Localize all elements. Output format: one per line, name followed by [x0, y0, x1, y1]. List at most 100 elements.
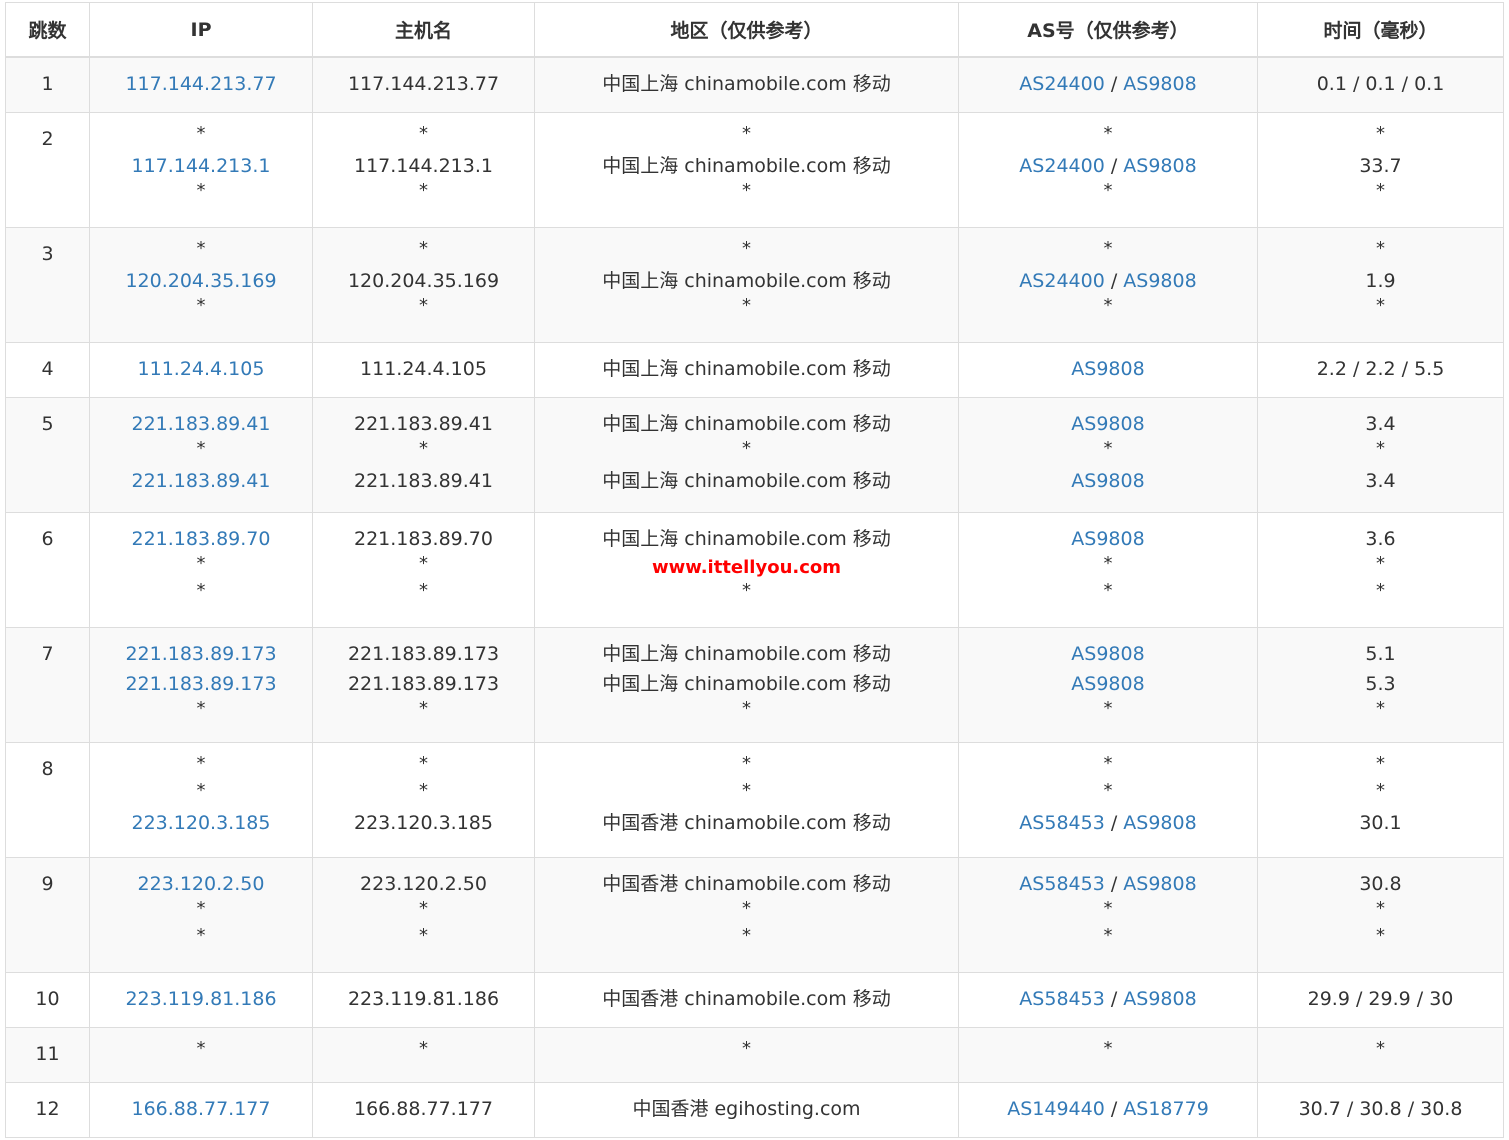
as-link[interactable]: AS24400: [1019, 270, 1105, 292]
region-cell: *: [534, 1026, 959, 1083]
time-cell: * * 30.1: [1257, 741, 1504, 858]
latency-text: 3.4: [1365, 469, 1396, 492]
latency-text: 1.9: [1365, 269, 1396, 292]
as-link[interactable]: AS9808: [1123, 812, 1196, 834]
header-ip: IP: [89, 2, 313, 58]
hop-cell: 8: [5, 741, 90, 858]
region-text: 中国香港 chinamobile.com 移动: [602, 987, 891, 1010]
no-response-marker: *: [1103, 237, 1113, 259]
hop-cell: 9: [5, 856, 90, 973]
time-cell: * 1.9 *: [1257, 226, 1504, 343]
host-cell: 166.88.77.177: [312, 1081, 535, 1138]
no-response-marker: *: [196, 897, 206, 919]
ip-link[interactable]: 223.120.2.50: [138, 869, 265, 899]
as-link[interactable]: AS149440: [1007, 1098, 1105, 1120]
as-link[interactable]: AS58453: [1019, 988, 1105, 1010]
no-response-marker: *: [1376, 237, 1385, 259]
hop-cell: 3: [5, 226, 90, 343]
region-cell: 中国香港 chinamobile.com 移动 * *: [534, 856, 959, 973]
ip-link[interactable]: 111.24.4.105: [138, 354, 265, 384]
as-link[interactable]: AS9808: [1071, 358, 1144, 380]
as-list: AS58453 / AS9808: [1019, 984, 1196, 1014]
no-response-marker: *: [1103, 779, 1113, 801]
as-link[interactable]: AS9808: [1071, 673, 1144, 695]
ip-link[interactable]: 117.144.213.77: [125, 69, 276, 99]
region-cell: 中国香港 chinamobile.com 移动: [534, 971, 959, 1028]
region-text: 中国上海 chinamobile.com 移动: [602, 412, 891, 435]
no-response-marker: *: [742, 437, 751, 459]
no-response-marker: *: [196, 579, 206, 601]
region-cell: 中国上海 chinamobile.com 移动: [534, 56, 959, 113]
as-link[interactable]: AS24400: [1019, 73, 1105, 95]
ip-link[interactable]: 221.183.89.173: [125, 669, 276, 699]
latency-text: 30.8: [1359, 872, 1402, 895]
as-link[interactable]: AS18779: [1123, 1098, 1209, 1120]
hop-number: 12: [35, 1097, 60, 1120]
ip-link[interactable]: 221.183.89.41: [131, 409, 270, 439]
as-link[interactable]: AS58453: [1019, 812, 1105, 834]
no-response-marker: *: [742, 924, 751, 946]
as-cell: AS58453 / AS9808: [958, 971, 1258, 1028]
region-cell: 中国上海 chinamobile.com 移动 中国上海 chinamobile.…: [534, 626, 959, 743]
as-link[interactable]: AS9808: [1071, 413, 1144, 435]
hop-number: 5: [41, 412, 54, 435]
host-cell: * * 223.120.3.185: [312, 741, 535, 858]
no-response-marker: *: [196, 1037, 206, 1059]
ip-link[interactable]: 166.88.77.177: [131, 1094, 270, 1124]
no-response-marker: *: [1376, 437, 1385, 459]
no-response-marker: *: [1103, 122, 1113, 144]
as-separator: /: [1104, 73, 1124, 95]
no-response-marker: *: [196, 552, 206, 574]
as-link[interactable]: AS9808: [1071, 528, 1144, 550]
no-response-marker: *: [1376, 897, 1385, 919]
as-link[interactable]: AS9808: [1123, 155, 1196, 177]
table-row: 8 * * 223.120.3.185 * * 223.120.3.185 * * 中国香港 ch…: [5, 741, 1504, 858]
latency-text: 2.2 / 2.2 / 5.5: [1316, 357, 1445, 380]
no-response-marker: *: [742, 752, 751, 774]
as-link[interactable]: AS9808: [1123, 73, 1196, 95]
ip-link[interactable]: 221.183.89.41: [131, 466, 270, 496]
table-row: 2 * 117.144.213.1 * * 117.144.213.1 * * 中国上海 chi…: [5, 111, 1504, 228]
no-response-marker: *: [742, 294, 751, 316]
hostname-text: 221.183.89.41: [353, 469, 493, 492]
as-list: AS24400 / AS9808: [1019, 151, 1196, 181]
latency-text: 33.7: [1359, 154, 1402, 177]
no-response-marker: *: [1376, 697, 1385, 719]
host-cell: * 120.204.35.169 *: [312, 226, 535, 343]
region-cell: 中国上海 chinamobile.com 移动 www.ittellyou.com…: [534, 511, 959, 628]
no-response-marker: *: [1376, 179, 1385, 201]
ip-link[interactable]: 221.183.89.70: [131, 524, 270, 554]
ip-link[interactable]: 221.183.89.173: [125, 639, 276, 669]
as-link[interactable]: AS24400: [1019, 155, 1105, 177]
ip-cell: 221.183.89.173 221.183.89.173 *: [89, 626, 313, 743]
ip-link[interactable]: 223.119.81.186: [125, 984, 276, 1014]
header-region: 地区（仅供参考）: [534, 2, 959, 58]
as-link[interactable]: AS9808: [1123, 988, 1196, 1010]
hostname-text: 166.88.77.177: [353, 1097, 493, 1120]
table-row: 11 * * * * *: [5, 1026, 1504, 1083]
as-link[interactable]: AS9808: [1071, 643, 1144, 665]
hop-cell: 7: [5, 626, 90, 743]
as-list: AS9808: [1071, 354, 1144, 384]
no-response-marker: *: [742, 237, 751, 259]
no-response-marker: *: [196, 122, 206, 144]
no-response-marker: *: [419, 579, 428, 601]
hop-cell: 10: [5, 971, 90, 1028]
hostname-text: 117.144.213.77: [347, 73, 500, 95]
region-cell: * 中国上海 chinamobile.com 移动 *: [534, 111, 959, 228]
hop-cell: 6: [5, 511, 90, 628]
as-link[interactable]: AS9808: [1071, 470, 1144, 492]
as-cell: * AS24400 / AS9808 *: [958, 226, 1258, 343]
as-link[interactable]: AS58453: [1019, 873, 1105, 895]
header-hostname: 主机名: [312, 2, 535, 58]
as-link[interactable]: AS9808: [1123, 270, 1196, 292]
ip-link[interactable]: 117.144.213.1: [131, 151, 270, 181]
header-hop: 跳数: [5, 2, 90, 58]
as-cell: AS9808: [958, 341, 1258, 398]
host-cell: 221.183.89.41 * 221.183.89.41: [312, 396, 535, 513]
no-response-marker: *: [196, 752, 206, 774]
ip-link[interactable]: 223.120.3.185: [131, 808, 270, 838]
ip-link[interactable]: 120.204.35.169: [125, 266, 276, 296]
hostname-text: 117.144.213.1: [353, 154, 493, 177]
as-link[interactable]: AS9808: [1123, 873, 1196, 895]
